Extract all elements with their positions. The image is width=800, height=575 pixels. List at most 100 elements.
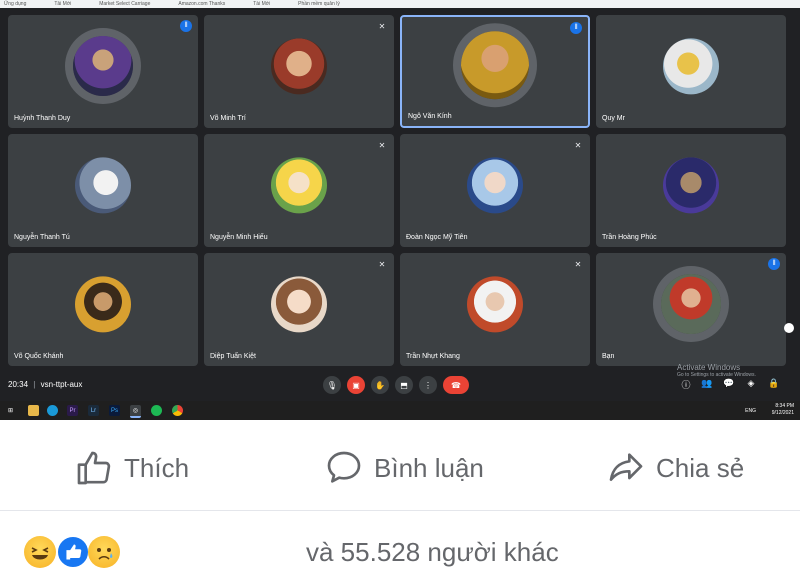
voice-activity-icon: ⦀ <box>180 20 192 32</box>
participant-name: Võ Quốc Khánh <box>14 353 64 360</box>
comment-button[interactable]: Bình luận <box>324 448 484 488</box>
reactions-summary[interactable]: và 55.528 người khác <box>0 511 800 575</box>
share-label: Chia sẻ <box>656 452 745 483</box>
mic-off-icon: ✕ <box>378 140 386 150</box>
participant-tile[interactable]: Nguyễn Thanh Tú <box>8 134 198 247</box>
photoshop-icon[interactable]: Ps <box>109 405 120 416</box>
meeting-time: 20:34 <box>8 380 29 389</box>
meet-screen: Ứng dụng Tải Mới Market Select Carriage … <box>0 0 800 420</box>
more-options-button[interactable]: ⋮ <box>419 376 437 394</box>
participant-name: Nguyễn Thanh Tú <box>14 234 70 241</box>
premiere-icon[interactable]: Pr <box>67 405 78 416</box>
bookmarks-bar: Ứng dụng Tải Mới Market Select Carriage … <box>0 0 800 8</box>
chat-icon: 💬 <box>723 378 735 388</box>
people-icon: 👥 <box>701 378 713 388</box>
bookmark-item[interactable]: Market Select Carriage <box>99 1 150 7</box>
chrome-icon[interactable] <box>172 405 183 416</box>
windows-taskbar: ⊞ Pr Lr Ps ◎ ENG 8:34 PM 9/12/2021 <box>0 401 800 420</box>
participant-name: Quy Mr <box>602 115 625 122</box>
participant-name: Bạn <box>602 353 615 360</box>
bookmark-item[interactable]: Tải Mới <box>54 1 71 7</box>
avatar <box>75 156 131 213</box>
participant-tile-self[interactable]: ⦀ Bạn <box>596 253 786 366</box>
tray-time[interactable]: 8:34 PM <box>772 403 794 410</box>
separator: | <box>33 380 36 389</box>
participant-tile[interactable]: Trần Hoàng Phúc <box>596 134 786 247</box>
present-button[interactable]: ⬒ <box>395 376 413 394</box>
participant-name: Trần Nhựt Khang <box>406 353 460 360</box>
avatar <box>663 156 719 213</box>
avatar <box>661 273 721 334</box>
participant-name: Trần Hoàng Phúc <box>602 234 657 241</box>
tray-date[interactable]: 9/12/2021 <box>772 410 794 417</box>
avatar <box>467 275 523 332</box>
activities-button[interactable]: ◈ <box>744 378 758 389</box>
post-actions-bar: Thích Bình luận Chia sẻ <box>0 420 800 511</box>
camera-off-button[interactable]: ▣ <box>347 376 365 394</box>
spotify-icon[interactable] <box>151 405 162 416</box>
haha-reaction-icon <box>24 536 56 568</box>
like-button[interactable]: Thích <box>74 448 189 488</box>
phone-hangup-icon: ☎ <box>451 380 461 390</box>
like-reaction-icon <box>56 535 90 569</box>
participant-name: Võ Minh Trí <box>210 115 246 122</box>
participant-tile[interactable]: ✕ Diệp Tuấn Kiệt <box>204 253 394 366</box>
meeting-code: vsn-ttpt-aux <box>40 380 83 389</box>
participant-tile[interactable]: Quy Mr <box>596 15 786 128</box>
avatar <box>663 37 719 94</box>
lightroom-icon[interactable]: Lr <box>88 405 99 416</box>
info-button[interactable]: ⓘ <box>679 378 693 391</box>
activate-windows-title: Activate Windows <box>677 363 741 372</box>
avatar <box>271 156 327 213</box>
end-call-button[interactable]: ☎ <box>443 376 469 394</box>
chat-button[interactable]: 💬 <box>722 378 736 389</box>
chrome-active-icon[interactable]: ◎ <box>130 405 141 418</box>
bookmark-item[interactable]: Tài Mới <box>253 1 270 7</box>
bookmark-item[interactable]: Ứng dụng <box>4 1 26 7</box>
avatar <box>271 275 327 332</box>
shapes-icon: ◈ <box>747 378 755 388</box>
lock-person-icon: 🔒 <box>768 378 780 388</box>
participant-name: Ngô Văn Kính <box>408 113 452 120</box>
participant-tile-active[interactable]: ⦀ Ngô Văn Kính <box>400 15 590 128</box>
windows-start-icon[interactable]: ⊞ <box>5 405 16 416</box>
more-vertical-icon: ⋮ <box>424 380 432 390</box>
thumbs-up-icon <box>77 451 111 485</box>
mic-off-icon: ✕ <box>378 259 386 269</box>
raise-hand-button[interactable]: ✋ <box>371 376 389 394</box>
edge-icon[interactable] <box>47 405 58 416</box>
avatar <box>467 156 523 213</box>
mic-icon: 🎙 <box>326 380 338 390</box>
participant-name: Diệp Tuấn Kiệt <box>210 353 256 360</box>
bookmark-item[interactable]: Amazon.com Thanks <box>178 1 225 7</box>
mic-button[interactable]: 🎙 <box>323 376 341 394</box>
participant-name: Đoàn Ngọc Mỹ Tiên <box>406 234 468 241</box>
hand-icon: ✋ <box>375 380 385 390</box>
participant-tile[interactable]: ✕ Nguyễn Minh Hiếu <box>204 134 394 247</box>
mic-off-icon: ✕ <box>378 21 386 31</box>
camera-off-icon: ▣ <box>352 380 360 390</box>
participant-tile[interactable]: ✕ Trần Nhựt Khang <box>400 253 590 366</box>
meeting-info: 20:34 | vsn-ttpt-aux <box>8 380 82 389</box>
sad-reaction-icon <box>88 536 120 568</box>
avatar <box>73 35 133 96</box>
participant-name: Nguyễn Minh Hiếu <box>210 234 268 241</box>
scroll-handle[interactable] <box>784 323 794 333</box>
participant-tile[interactable]: ✕ Đoàn Ngọc Mỹ Tiên <box>400 134 590 247</box>
bookmark-item[interactable]: Phần mềm quản lý <box>298 1 340 7</box>
avatar <box>461 30 529 99</box>
participant-tile[interactable]: Võ Quốc Khánh <box>8 253 198 366</box>
like-label: Thích <box>124 452 190 483</box>
tray-language[interactable]: ENG <box>745 408 756 415</box>
host-controls-button[interactable]: 🔒 <box>767 378 781 389</box>
file-explorer-icon[interactable] <box>28 405 39 416</box>
participant-tile[interactable]: ⦀ Huỳnh Thanh Duy <box>8 15 198 128</box>
comment-bubble-icon <box>327 451 361 483</box>
participant-tile[interactable]: ✕ Võ Minh Trí <box>204 15 394 128</box>
voice-activity-icon: ⦀ <box>570 22 582 34</box>
people-button[interactable]: 👥 <box>700 378 714 389</box>
share-button[interactable]: Chia sẻ <box>606 448 744 488</box>
share-arrow-icon <box>609 453 643 481</box>
comment-label: Bình luận <box>374 452 484 483</box>
reactions-count-text: và 55.528 người khác <box>306 537 559 567</box>
